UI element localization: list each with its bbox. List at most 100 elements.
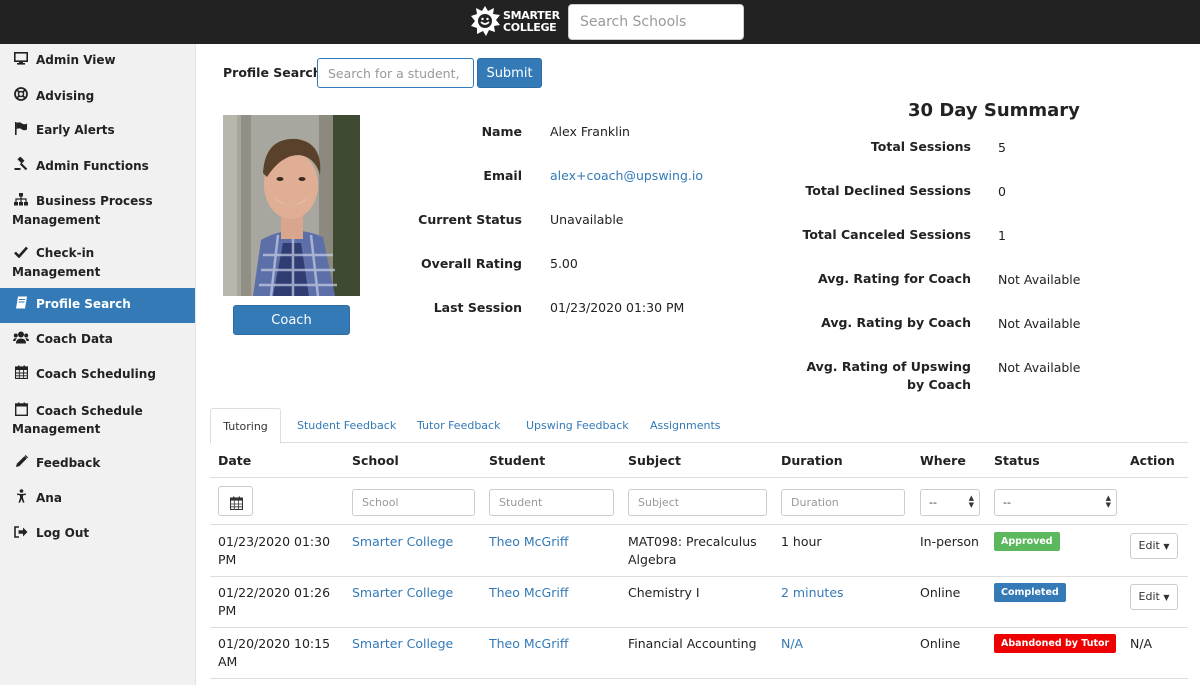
total-sessions-value: 5 <box>998 140 1006 155</box>
status-filter-select[interactable]: -- ▲ ▼ <box>994 489 1117 516</box>
sidebar-item-label: Business Process Management <box>12 194 153 227</box>
column-header-where[interactable]: Where <box>920 453 966 468</box>
edit-dropdown-button[interactable]: Edit ▼ <box>1130 584 1178 610</box>
sidebar-item-label: Coach Schedule Management <box>12 403 143 437</box>
tab-tutoring[interactable]: Tutoring <box>210 408 281 444</box>
sidebar: Admin View Advising Early Alerts Admin F… <box>0 44 196 685</box>
sidebar-item-label: Admin View <box>36 53 116 67</box>
summary-title: 30 Day Summary <box>908 100 1080 121</box>
row-date: 01/23/2020 01:30 PM <box>218 534 331 567</box>
coach-schedule-button[interactable]: Coach Schedule <box>233 305 350 356</box>
header-divider <box>210 477 1188 478</box>
child-icon <box>12 489 30 509</box>
search-schools-input[interactable] <box>568 4 744 40</box>
school-filter-input[interactable] <box>352 489 475 516</box>
row-student-link[interactable]: Theo McGriff <box>489 533 568 551</box>
last-session-label: Last Session <box>433 300 522 315</box>
email-label: Email <box>483 168 522 183</box>
sidebar-item-label: Ana <box>36 491 62 505</box>
logo-text: SMARTER COLLEGE <box>503 10 560 34</box>
row-student-link[interactable]: Theo McGriff <box>489 584 568 602</box>
sidebar-item-check-in-management[interactable]: Check-in Management <box>0 237 195 288</box>
status-badge: Completed <box>994 583 1066 602</box>
smarter-college-logo[interactable]: SMARTER COLLEGE <box>469 5 560 39</box>
overall-rating-label: Overall Rating <box>421 256 522 271</box>
column-header-school[interactable]: School <box>352 453 399 468</box>
avg-rating-upswing-value: Not Available <box>998 360 1081 375</box>
sidebar-item-ana[interactable]: Ana <box>0 481 195 517</box>
sidebar-item-admin-functions[interactable]: Admin Functions <box>0 149 195 185</box>
sidebar-item-advising[interactable]: Advising <box>0 79 195 115</box>
column-header-duration[interactable]: Duration <box>781 453 843 468</box>
submit-button[interactable]: Submit <box>477 58 542 88</box>
row-subject: MAT098: Precalculus Algebra <box>628 534 757 567</box>
row-school-link[interactable]: Smarter College <box>352 584 453 602</box>
select-arrows-icon: ▲ ▼ <box>1105 494 1111 509</box>
book-icon <box>12 296 30 315</box>
where-filter-value: -- <box>929 496 937 509</box>
calendar-outline-icon <box>12 402 30 422</box>
sidebar-item-label: Admin Functions <box>36 158 149 173</box>
row-divider <box>210 627 1188 628</box>
tab-assignments[interactable]: Assignments <box>650 408 721 443</box>
total-sessions-label: Total Sessions <box>870 139 971 154</box>
total-canceled-label: Total Canceled Sessions <box>802 227 971 242</box>
column-header-status[interactable]: Status <box>994 453 1040 468</box>
sidebar-item-business-process-management[interactable]: Business Process Management <box>0 184 195 237</box>
sidebar-item-early-alerts[interactable]: Early Alerts <box>0 114 195 149</box>
current-status-value: Unavailable <box>550 212 624 227</box>
row-student-link[interactable]: Theo McGriff <box>489 635 568 653</box>
row-duration-link[interactable]: 2 minutes <box>781 584 844 602</box>
life-ring-icon <box>12 86 30 107</box>
gavel-icon <box>12 155 30 177</box>
sidebar-item-label: Log Out <box>36 525 90 540</box>
name-value: Alex Franklin <box>550 124 630 139</box>
sidebar-item-coach-data[interactable]: Coach Data <box>0 323 195 358</box>
flag-icon <box>12 122 30 141</box>
subject-filter-input[interactable] <box>628 489 767 516</box>
sidebar-item-coach-scheduling[interactable]: Coach Scheduling <box>0 357 195 393</box>
sidebar-item-feedback[interactable]: Feedback <box>0 447 195 482</box>
main-content: Profile Search: Submit Coach Schedule Na… <box>196 44 1200 685</box>
column-header-student[interactable]: Student <box>489 453 545 468</box>
caret-down-icon: ▼ <box>1163 542 1170 551</box>
column-header-date[interactable]: Date <box>218 453 251 468</box>
date-filter-button[interactable] <box>218 486 253 516</box>
profile-search-input[interactable] <box>317 58 474 88</box>
monitor-icon <box>12 52 30 71</box>
sidebar-item-log-out[interactable]: Log Out <box>0 517 195 552</box>
sign-out-icon <box>12 525 30 544</box>
row-divider <box>210 678 1188 679</box>
checkmark-icon <box>12 246 30 264</box>
filter-divider <box>210 524 1188 525</box>
row-date: 01/22/2020 01:26 PM <box>218 585 331 618</box>
row-divider <box>210 576 1188 577</box>
select-arrows-icon: ▲ ▼ <box>968 494 974 509</box>
logo-text-line2: COLLEGE <box>503 21 557 34</box>
avg-rating-for-coach-label: Avg. Rating for Coach <box>818 271 971 286</box>
row-date: 01/20/2020 10:15 AM <box>218 636 331 669</box>
column-header-action: Action <box>1130 453 1175 468</box>
row-duration-link[interactable]: N/A <box>781 635 803 653</box>
tab-tutor-feedback[interactable]: Tutor Feedback <box>417 408 500 443</box>
email-link[interactable]: alex+coach@upswing.io <box>550 168 703 183</box>
sidebar-item-coach-schedule-management[interactable]: Coach Schedule Management <box>0 393 195 447</box>
row-school-link[interactable]: Smarter College <box>352 533 453 551</box>
row-duration: 1 hour <box>781 534 822 549</box>
sidebar-item-admin-view[interactable]: Admin View <box>0 44 195 79</box>
row-school-link[interactable]: Smarter College <box>352 635 453 653</box>
avg-rating-for-coach-value: Not Available <box>998 272 1081 287</box>
column-header-subject[interactable]: Subject <box>628 453 681 468</box>
row-action: N/A <box>1130 636 1153 651</box>
sidebar-item-profile-search[interactable]: Profile Search <box>0 288 195 323</box>
row-subject: Financial Accounting <box>628 636 757 651</box>
users-icon <box>12 331 30 350</box>
tab-student-feedback[interactable]: Student Feedback <box>297 408 396 443</box>
sidebar-item-label: Advising <box>36 88 95 103</box>
edit-dropdown-button[interactable]: Edit ▼ <box>1130 533 1178 559</box>
student-filter-input[interactable] <box>489 489 614 516</box>
tab-upswing-feedback[interactable]: Upswing Feedback <box>526 408 629 443</box>
status-filter-value: -- <box>1003 496 1011 509</box>
where-filter-select[interactable]: -- ▲ ▼ <box>920 489 980 516</box>
duration-filter-input[interactable] <box>781 489 905 516</box>
